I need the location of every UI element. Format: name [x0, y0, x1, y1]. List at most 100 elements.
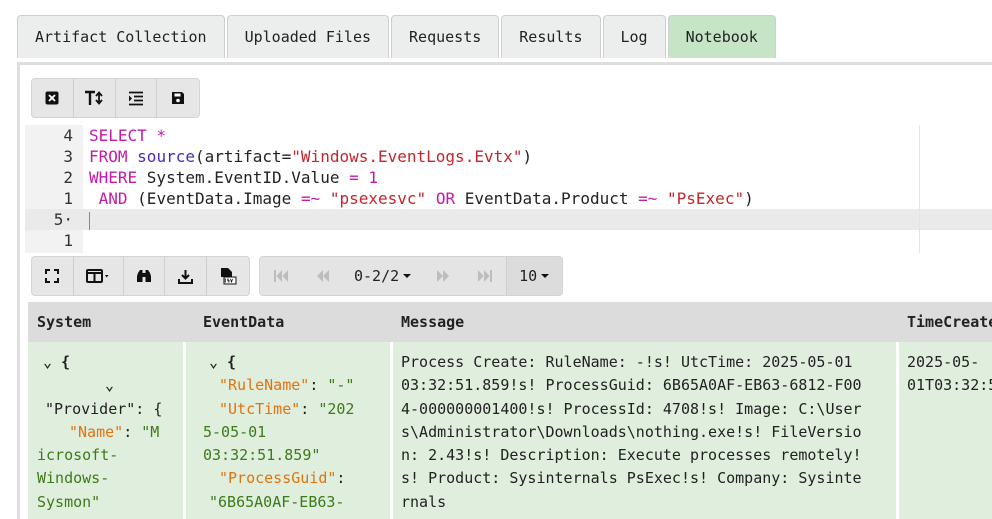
page-range-label: 0-2/2 — [354, 267, 400, 285]
code-text: SELECT * — [89, 125, 166, 146]
column-header-timecreated[interactable]: TimeCreate — [907, 302, 992, 342]
close-icon — [45, 91, 59, 105]
text-cursor — [89, 211, 90, 230]
tab-log[interactable]: Log — [602, 15, 666, 58]
code-token: (EventData.Image — [137, 189, 301, 208]
code-text: WHERE System.EventID.Value = 1 — [89, 167, 378, 188]
code-token: OR — [435, 189, 465, 208]
column-header-eventdata[interactable]: EventData — [203, 302, 284, 342]
notebook-panel: 4 SELECT * 3 FROM source(artifact="Windows.… — [17, 62, 992, 519]
code-token: source — [137, 147, 195, 166]
csv-icon — [221, 268, 237, 285]
download-button[interactable] — [165, 257, 208, 295]
prev-page-button[interactable] — [302, 257, 344, 295]
time-value: 2025-05- — [907, 353, 980, 371]
line-number: 2 — [63, 168, 73, 187]
column-header-message[interactable]: Message — [401, 302, 464, 342]
code-text: FROM source(artifact="Windows.EventLogs.… — [89, 146, 532, 167]
tab-results[interactable]: Results — [501, 15, 601, 58]
close-cell-button[interactable] — [32, 79, 74, 117]
search-button[interactable] — [124, 257, 166, 295]
line-number: 1 — [63, 189, 73, 208]
page-range-dropdown[interactable]: 0-2/2 — [344, 257, 423, 295]
code-token: EventData.Product — [464, 189, 639, 208]
page-size-label: 10 — [519, 267, 538, 285]
line-number: 3 — [63, 147, 73, 166]
tab-uploaded-files[interactable]: Uploaded Files — [226, 15, 390, 58]
save-button[interactable] — [157, 79, 199, 117]
editor-toolbar — [31, 78, 200, 118]
export-csv-button[interactable] — [207, 257, 249, 295]
save-icon — [172, 92, 185, 104]
json-value: "6B65A0AF-EB63- — [209, 492, 345, 511]
chevron-down-icon — [403, 274, 412, 278]
code-text — [89, 209, 90, 230]
json-pair-processguid: "ProcessGuid": — [219, 469, 346, 488]
code-line[interactable]: 5· — [25, 209, 992, 230]
json-value: Sysmon" — [37, 492, 101, 511]
json-value: Windows- — [37, 469, 110, 488]
expand-toggle[interactable]: ⌄ { — [37, 351, 182, 374]
text-size-button[interactable] — [74, 79, 116, 117]
expand-toggle[interactable]: ⌄ { — [203, 351, 388, 374]
code-line[interactable]: 1 AND (EventData.Image =~ "psexesvc" OR … — [25, 188, 992, 209]
column-selector-button[interactable] — [74, 257, 124, 295]
time-value: 01T03:32:5 — [907, 376, 992, 395]
column-divider — [390, 342, 393, 519]
json-pair-name: "Name": "M — [69, 422, 160, 441]
pagination: 0-2/2 10 — [259, 256, 564, 296]
next-page-icon — [437, 270, 450, 282]
code-token: SELECT * — [89, 126, 167, 145]
json-key-provider: "Provider": { — [45, 399, 163, 418]
tab-requests[interactable]: Requests — [391, 15, 500, 58]
tab-bar: Artifact Collection Uploaded Files Reque… — [17, 15, 778, 58]
column-header-system[interactable]: System — [37, 302, 91, 342]
results-toolbar — [31, 256, 250, 296]
json-pair-utctime: "UtcTime": "202 — [219, 399, 355, 418]
cell-eventdata: ⌄ { "RuleName": "-" "UtcTime": "202 5-05… — [203, 351, 388, 514]
line-number: 1 — [63, 231, 73, 250]
code-token: ) — [744, 189, 754, 208]
column-divider — [183, 342, 186, 519]
code-token: (artifact= — [194, 147, 292, 166]
print-margin — [919, 125, 920, 253]
code-token: =~ — [638, 189, 668, 208]
line-number: 4 — [63, 126, 73, 145]
json-value: 5-05-01 — [203, 422, 267, 441]
code-line[interactable]: 3 FROM source(artifact="Windows.EventLogs… — [25, 146, 992, 167]
code-line[interactable]: 4 SELECT * — [25, 125, 992, 146]
json-value: icrosoft- — [37, 446, 119, 465]
tab-artifact-collection[interactable]: Artifact Collection — [17, 15, 225, 58]
expand-toggle[interactable]: ⌄ — [37, 374, 182, 397]
line-number: 5· — [53, 210, 73, 229]
vql-editor[interactable]: 4 SELECT * 3 FROM source(artifact="Windows.… — [25, 125, 992, 253]
next-page-button[interactable] — [422, 257, 464, 295]
cell-system: ⌄ { ⌄ "Provider": { "Name": "M icrosoft-… — [37, 351, 182, 514]
code-line[interactable]: 2 WHERE System.EventID.Value = 1 — [25, 167, 992, 188]
json-value: 03:32:51.859" — [203, 446, 321, 465]
code-line[interactable]: 1 — [25, 230, 992, 251]
code-text: AND (EventData.Image =~ "psexesvc" OR Ev… — [89, 188, 754, 209]
first-page-icon — [274, 270, 288, 282]
last-page-icon — [478, 270, 493, 282]
cell-message: Process Create: RuleName: -!s! UtcTime: … — [401, 353, 862, 511]
fullscreen-button[interactable] — [32, 257, 74, 295]
last-page-button[interactable] — [464, 257, 506, 295]
code-token: WHERE — [89, 168, 147, 187]
code-token: System.EventID.Value — [146, 168, 350, 187]
indent-icon — [128, 91, 143, 105]
cell-timecreated: 2025-05- 01T03:32:5 — [907, 351, 992, 398]
tab-notebook[interactable]: Notebook — [667, 15, 776, 58]
text-size-icon — [85, 90, 103, 105]
page-size-dropdown[interactable]: 10 — [506, 257, 563, 295]
table-header: System EventData Message TimeCreate — [28, 302, 992, 342]
column-divider — [896, 342, 899, 519]
prev-page-icon — [317, 270, 329, 282]
code-token: "psexesvc" — [329, 189, 436, 208]
chevron-down-icon — [541, 274, 550, 278]
indent-button[interactable] — [116, 79, 158, 117]
download-icon — [178, 269, 194, 284]
binoculars-icon — [136, 270, 151, 282]
json-pair-rulename: "RuleName": "-" — [219, 376, 355, 395]
first-page-button[interactable] — [260, 257, 302, 295]
